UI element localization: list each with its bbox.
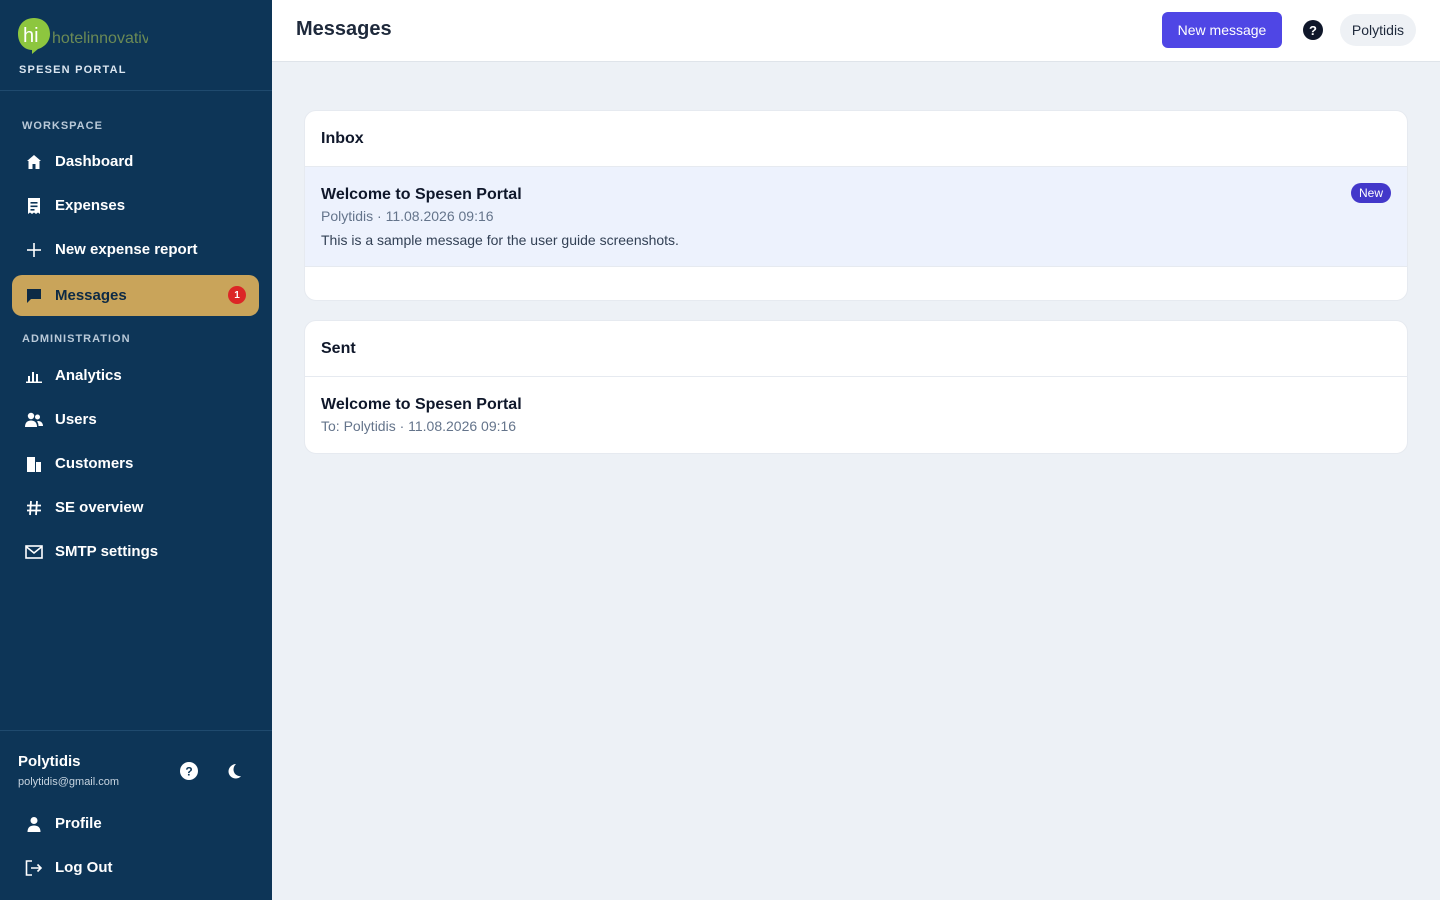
current-user-name: Polytidis	[18, 753, 81, 770]
message-preview: This is a sample message for the user gu…	[321, 232, 679, 248]
plus-icon	[25, 241, 43, 259]
building-icon	[25, 455, 43, 473]
sidebar-item-se-overview[interactable]: SE overview	[12, 487, 259, 528]
sidebar-item-users[interactable]: Users	[12, 399, 259, 440]
sidebar-item-label: Messages	[55, 287, 127, 304]
sidebar-item-label: SMTP settings	[55, 543, 159, 560]
sidebar-item-logout[interactable]: Log Out	[12, 847, 259, 888]
new-badge: New	[1350, 183, 1391, 203]
users-icon	[25, 411, 43, 429]
chat-icon	[25, 287, 43, 305]
dark-mode-toggle-icon[interactable]	[224, 761, 244, 781]
help-icon[interactable]: ?	[179, 761, 199, 781]
home-icon	[25, 153, 43, 171]
sidebar-item-smtp-settings[interactable]: SMTP settings	[12, 531, 259, 572]
sidebar-footer: Polytidis polytidis@gmail.com ? Profile …	[0, 730, 272, 900]
message-subject: Welcome to Spesen Portal	[321, 396, 522, 413]
hotelinnovativ-logo[interactable]: hi hotelinnovativ	[18, 16, 148, 56]
sidebar-item-label: Analytics	[55, 367, 122, 384]
sidebar-item-label: Profile	[55, 815, 102, 832]
top-header: Messages New message ? Polytidis	[272, 0, 1440, 62]
sidebar-item-analytics[interactable]: Analytics	[12, 355, 259, 396]
inbox-title: Inbox	[305, 111, 1407, 167]
hash-icon	[25, 499, 43, 517]
sidebar-item-new-expense-report[interactable]: New expense report	[12, 229, 259, 270]
current-user-email: polytidis@gmail.com	[18, 776, 120, 788]
sidebar-item-dashboard[interactable]: Dashboard	[12, 141, 259, 182]
sidebar-item-profile[interactable]: Profile	[12, 803, 259, 844]
svg-text:?: ?	[185, 765, 192, 779]
mail-icon	[25, 543, 43, 561]
unread-count-badge: 1	[228, 286, 246, 304]
sent-title: Sent	[305, 321, 1407, 377]
sidebar-item-label: New expense report	[55, 241, 198, 258]
receipt-icon	[25, 197, 43, 215]
brand: hi hotelinnovativ SPESEN PORTAL	[0, 0, 272, 91]
sent-card: Sent Welcome to Spesen Portal To: Polyti…	[304, 320, 1408, 454]
portal-name: SPESEN PORTAL	[19, 64, 127, 76]
message-meta: Polytidis · 11.08.2026 09:16	[321, 208, 494, 224]
svg-text:?: ?	[1309, 23, 1317, 38]
bar-chart-icon	[25, 367, 43, 385]
sidebar: hi hotelinnovativ SPESEN PORTAL WORKSPAC…	[0, 0, 272, 900]
sidebar-item-label: Customers	[55, 455, 134, 472]
message-meta: To: Polytidis · 11.08.2026 09:16	[321, 418, 517, 434]
help-icon[interactable]: ?	[1303, 20, 1323, 40]
workspace-section-label: WORKSPACE	[22, 120, 103, 132]
new-message-button[interactable]: New message	[1162, 12, 1282, 48]
sent-message-item[interactable]: Welcome to Spesen Portal To: Polytidis ·…	[305, 377, 1407, 434]
svg-text:hotelinnovativ: hotelinnovativ	[52, 30, 148, 47]
user-icon	[25, 815, 43, 833]
user-menu-button[interactable]: Polytidis	[1340, 14, 1416, 46]
page-title: Messages	[296, 18, 392, 40]
svg-text:hi: hi	[23, 25, 39, 47]
sidebar-item-label: SE overview	[55, 499, 144, 516]
sidebar-item-label: Users	[55, 411, 97, 428]
inbox-card: Inbox Welcome to Spesen Portal Polytidis…	[304, 110, 1408, 301]
sidebar-item-label: Dashboard	[55, 153, 134, 170]
sidebar-item-messages[interactable]: Messages 1	[12, 275, 259, 316]
administration-section-label: ADMINISTRATION	[22, 333, 131, 345]
sidebar-item-label: Log Out	[55, 859, 113, 876]
sidebar-item-expenses[interactable]: Expenses	[12, 185, 259, 226]
sidebar-item-customers[interactable]: Customers	[12, 443, 259, 484]
message-subject: Welcome to Spesen Portal	[321, 186, 522, 203]
sidebar-item-label: Expenses	[55, 197, 126, 214]
inbox-message-item[interactable]: Welcome to Spesen Portal Polytidis · 11.…	[305, 167, 1407, 267]
logout-icon	[25, 859, 43, 877]
